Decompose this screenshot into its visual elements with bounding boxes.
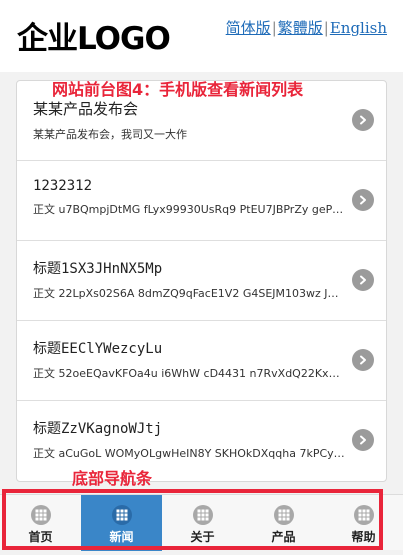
nav-item-about[interactable]: 关于	[162, 495, 243, 551]
language-switcher: 简体版 | 繁體版 | English	[226, 17, 387, 38]
nav-item-label: 首页	[28, 530, 53, 544]
news-item[interactable]: 1232312 正文 u7BQmpjDtMG fLyx99930UsRq9 Pt…	[17, 161, 386, 241]
chevron-right-circle-icon	[352, 429, 374, 451]
chevron-right-circle-icon	[352, 269, 374, 291]
chevron-right-circle-icon	[352, 349, 374, 371]
nav-item-label: 关于	[190, 530, 215, 544]
nav-item-home[interactable]: 首页	[0, 495, 81, 551]
nav-item-label: 新闻	[109, 530, 134, 544]
chevron-right-circle-icon	[352, 109, 374, 131]
grid-icon	[111, 505, 132, 525]
company-logo[interactable]: 企业LOGO	[17, 18, 195, 60]
news-item-title: 1232312	[33, 178, 93, 194]
grid-icon	[353, 505, 374, 525]
lang-english-link[interactable]: English	[330, 19, 387, 37]
chevron-right-circle-icon	[352, 189, 374, 211]
news-item-desc: 正文 22LpXs02S6A 8dmZQ9qFacE1V2 G4SEJM103w…	[33, 287, 346, 300]
news-item-title: 标题EEClYWezcyLu	[33, 341, 163, 357]
nav-item-label: 产品	[271, 530, 296, 544]
annotation-bottom-nav: 底部导航条	[72, 469, 153, 488]
lang-separator: |	[323, 18, 329, 37]
lang-traditional-link[interactable]: 繁體版	[278, 17, 323, 38]
nav-item-products[interactable]: 产品	[243, 495, 324, 551]
nav-item-label: 帮助	[351, 530, 376, 544]
news-item-desc: 正文 52oeEQavKFOa4u i6WhW cD4431 n7RvXdQ22…	[33, 367, 346, 380]
news-item[interactable]: 标题EEClYWezcyLu 正文 52oeEQavKFOa4u i6WhW c…	[17, 321, 386, 401]
nav-item-news[interactable]: 新闻	[81, 495, 162, 551]
annotation-title: 网站前台图4：手机版查看新闻列表	[52, 80, 304, 99]
news-item-title: 标题1SX3JHnNX5Mp	[33, 261, 163, 277]
lang-simplified-link[interactable]: 简体版	[226, 17, 271, 38]
news-item-title: 标题ZzVKagnoWJtj	[33, 421, 163, 437]
grid-icon	[30, 505, 51, 525]
lang-separator: |	[271, 18, 277, 37]
bottom-nav: 首页 新闻 关于 产品 帮助	[0, 494, 403, 551]
nav-item-help[interactable]: 帮助	[324, 495, 403, 551]
page: 企业LOGO 简体版 | 繁體版 | English 某某产品发布会 某某产品发…	[0, 0, 403, 555]
grid-icon	[273, 505, 294, 525]
news-list: 某某产品发布会 某某产品发布会，我司又一大作 1232312 正文 u7BQmp…	[16, 80, 387, 482]
news-item-desc: 正文 u7BQmpjDtMG fLyx99930UsRq9 PtEU7JBPrZ…	[33, 203, 346, 216]
header: 企业LOGO 简体版 | 繁體版 | English	[0, 0, 403, 72]
news-item[interactable]: 标题1SX3JHnNX5Mp 正文 22LpXs02S6A 8dmZQ9qFac…	[17, 241, 386, 321]
news-item-desc: 某某产品发布会，我司又一大作	[33, 128, 187, 141]
news-item-title: 某某产品发布会	[33, 100, 139, 118]
news-item-desc: 正文 aCuGoL WOMyOLgwHeIN8Y SKHOkDXqqha 7kP…	[33, 447, 346, 460]
grid-icon	[192, 505, 213, 525]
